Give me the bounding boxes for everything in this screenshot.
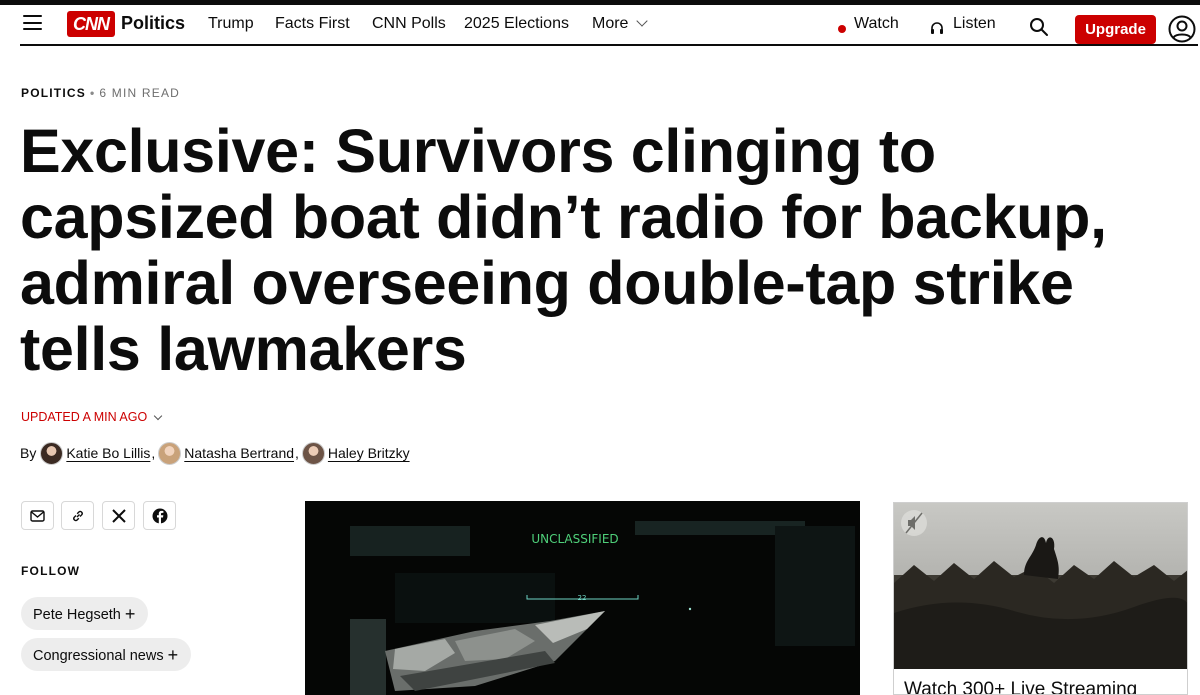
article-kicker: POLITICS • 6 MIN READ <box>21 86 180 100</box>
follow-topic-chip[interactable]: Pete Hegseth + <box>21 597 149 630</box>
x-icon <box>111 508 126 523</box>
live-dot-icon <box>838 25 846 33</box>
logo-text: CNN <box>73 14 110 34</box>
byline-prefix: By <box>20 445 37 461</box>
author-link[interactable]: Katie Bo Lillis <box>40 441 151 465</box>
nav-link-facts-first[interactable]: Facts First <box>275 15 350 33</box>
headphones-icon <box>931 22 943 34</box>
article-headline: Exclusive: Survivors clinging to capsize… <box>20 117 1107 383</box>
kicker-separator: • <box>89 86 96 100</box>
account-icon[interactable] <box>1168 15 1196 43</box>
nav-more-dropdown[interactable]: More <box>592 15 649 33</box>
byline: By Katie Bo Lillis, Natasha Bertrand, Ha… <box>20 440 410 466</box>
follow-topic-chip[interactable]: Congressional news + <box>21 638 192 671</box>
plus-icon: + <box>124 604 136 624</box>
search-icon[interactable] <box>1029 17 1049 37</box>
header-divider <box>20 44 1198 46</box>
share-x-button[interactable] <box>102 501 135 530</box>
updated-timestamp[interactable]: UPDATED A MIN AGO <box>21 410 163 424</box>
menu-icon[interactable] <box>23 15 42 31</box>
nav-link-trump[interactable]: Trump <box>208 15 254 33</box>
updated-label: UPDATED A MIN AGO <box>21 410 148 424</box>
read-time: 6 MIN READ <box>99 86 181 100</box>
section-title[interactable]: Politics <box>121 13 185 34</box>
author-link[interactable]: Natasha Bertrand <box>158 441 295 465</box>
link-icon <box>72 510 83 521</box>
author-avatar <box>158 441 182 465</box>
upgrade-button[interactable]: Upgrade <box>1075 15 1156 44</box>
topic-label: Congressional news <box>33 648 164 664</box>
author-separator: , <box>295 445 299 461</box>
nav-link-cnn-polls[interactable]: CNN Polls <box>372 15 446 33</box>
share-facebook-button[interactable] <box>143 501 176 530</box>
watch-link[interactable]: Watch <box>854 15 899 33</box>
video-overlay-text: UNCLASSIFIED <box>531 532 618 546</box>
author-avatar <box>301 441 325 465</box>
cnn-logo[interactable]: CNN <box>67 11 115 37</box>
share-link-button[interactable] <box>61 501 94 530</box>
author-name: Haley Britzky <box>327 445 410 461</box>
follow-heading: FOLLOW <box>21 564 81 578</box>
video-player[interactable]: UNCLASSIFIED 22 <box>305 501 860 695</box>
reticle-number: 22 <box>578 594 587 602</box>
email-icon <box>30 509 45 522</box>
nav-link-2025-elections[interactable]: 2025 Elections <box>464 15 569 33</box>
author-link[interactable]: Haley Britzky <box>301 441 410 465</box>
nav-more-label: More <box>592 15 629 32</box>
ad-panel[interactable]: Watch 300+ Live Streaming <box>893 502 1188 695</box>
listen-link[interactable]: Listen <box>953 15 996 33</box>
author-avatar <box>40 441 64 465</box>
author-name: Katie Bo Lillis <box>66 445 151 461</box>
share-email-button[interactable] <box>21 501 54 530</box>
author-name: Natasha Bertrand <box>184 445 295 461</box>
author-separator: , <box>151 445 156 461</box>
chevron-down-icon <box>636 15 649 27</box>
video-frame: UNCLASSIFIED 22 <box>305 501 860 695</box>
chevron-down-icon <box>153 411 163 421</box>
ad-caption: Watch 300+ Live Streaming <box>904 679 1138 695</box>
facebook-icon <box>152 508 167 524</box>
topic-label: Pete Hegseth <box>33 607 121 623</box>
ad-image <box>894 503 1187 669</box>
site-header: CNN Politics Trump Facts First CNN Polls… <box>0 5 1200 45</box>
kicker-section[interactable]: POLITICS <box>21 86 86 100</box>
plus-icon: + <box>167 645 179 665</box>
